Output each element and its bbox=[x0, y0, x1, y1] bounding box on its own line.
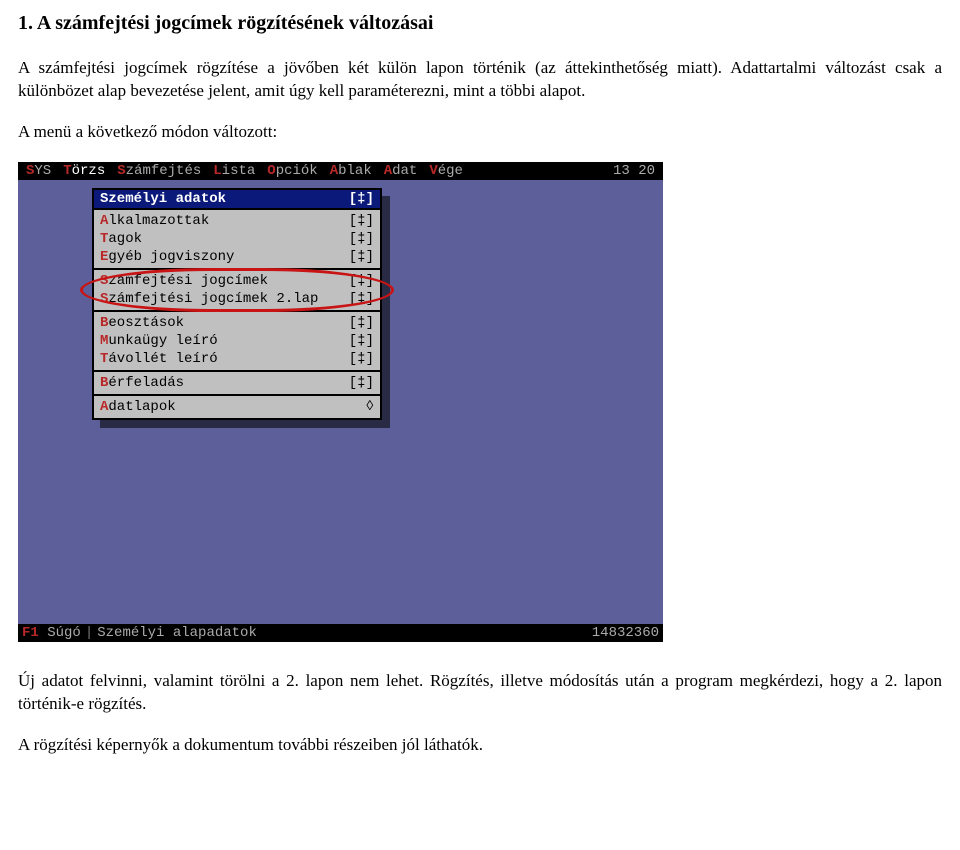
item-egyeb-jogviszony[interactable]: Egyéb jogviszony[‡] bbox=[94, 248, 380, 266]
group-2-highlighted: Számfejtési jogcímek[‡] Számfejtési jogc… bbox=[94, 270, 380, 312]
menu-vege[interactable]: Vége bbox=[423, 163, 469, 179]
item-beosztasok[interactable]: Beosztások[‡] bbox=[94, 314, 380, 332]
item-szamfejtesi-jogcimek[interactable]: Számfejtési jogcímek[‡] bbox=[94, 272, 380, 290]
item-munkaugy-leiro[interactable]: Munkaügy leíró[‡] bbox=[94, 332, 380, 350]
group-5: Adatlapok◊ bbox=[94, 396, 380, 418]
dos-screenshot: SYS Törzs Számfejtés Lista Opciók Ablak … bbox=[18, 162, 663, 642]
menu-szamfejtes[interactable]: Számfejtés bbox=[111, 163, 207, 179]
group-1: Alkalmazottak[‡] Tagok[‡] Egyéb jogviszo… bbox=[94, 210, 380, 270]
statusbar: F1 Súgó | Személyi alapadatok 14832360 bbox=[18, 624, 663, 642]
status-f1-label: Súgó bbox=[47, 625, 81, 641]
item-berfeladas[interactable]: Bérfeladás[‡] bbox=[94, 374, 380, 392]
doc-paragraph-4: A rögzítési képernyők a dokumentum továb… bbox=[18, 734, 942, 757]
status-position: 14832360 bbox=[592, 625, 659, 641]
item-szamfejtesi-jogcimek-2lap[interactable]: Számfejtési jogcímek 2.lap[‡] bbox=[94, 290, 380, 308]
menu-sys[interactable]: SYS bbox=[20, 163, 57, 179]
item-adatlapok[interactable]: Adatlapok◊ bbox=[94, 398, 380, 416]
menu-lista[interactable]: Lista bbox=[207, 163, 261, 179]
doc-heading: 1. A számfejtési jogcímek rögzítésének v… bbox=[18, 12, 942, 35]
doc-paragraph-1: A számfejtési jogcímek rögzítése a jövőb… bbox=[18, 57, 942, 103]
menubar: SYS Törzs Számfejtés Lista Opciók Ablak … bbox=[18, 162, 663, 180]
item-tavollet-leiro[interactable]: Távollét leíró[‡] bbox=[94, 350, 380, 368]
group-4: Bérfeladás[‡] bbox=[94, 372, 380, 396]
status-f1-key[interactable]: F1 bbox=[22, 625, 39, 641]
menu-opciok[interactable]: Opciók bbox=[261, 163, 323, 179]
doc-paragraph-3: Új adatot felvinni, valamint törölni a 2… bbox=[18, 670, 942, 716]
item-alkalmazottak[interactable]: Alkalmazottak[‡] bbox=[94, 212, 380, 230]
doc-paragraph-2: A menü a következő módon változott: bbox=[18, 121, 942, 144]
status-context: Személyi alapadatok bbox=[97, 625, 257, 641]
menu-adat[interactable]: Adat bbox=[378, 163, 424, 179]
panel-header: Személyi adatok [‡] bbox=[94, 190, 380, 210]
item-tagok[interactable]: Tagok[‡] bbox=[94, 230, 380, 248]
menu-torzs[interactable]: Törzs bbox=[57, 163, 111, 179]
dropdown-panel: Személyi adatok [‡] Alkalmazottak[‡] Tag… bbox=[92, 188, 382, 420]
menubar-clock: 13 20 bbox=[607, 163, 661, 179]
menu-ablak[interactable]: Ablak bbox=[324, 163, 378, 179]
group-3: Beosztások[‡] Munkaügy leíró[‡] Távollét… bbox=[94, 312, 380, 372]
